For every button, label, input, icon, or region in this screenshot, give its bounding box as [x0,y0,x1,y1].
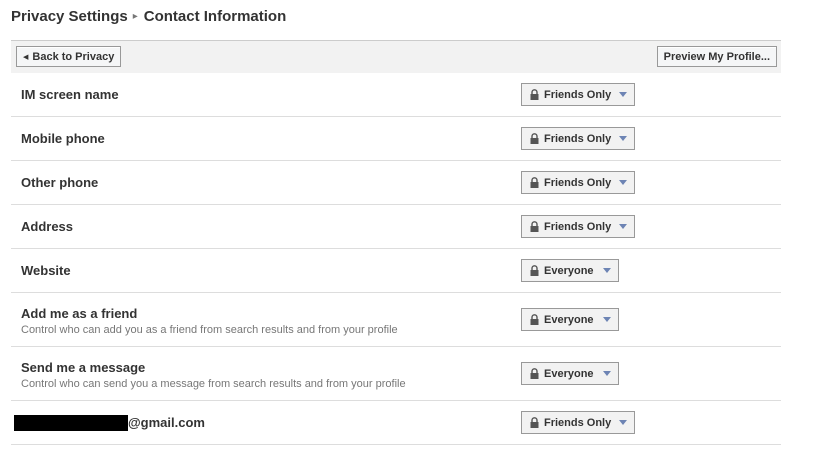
triangle-down-icon [619,92,627,97]
setting-row-address: Address Friends Only [11,205,781,249]
breadcrumb: Privacy Settings ▸ Contact Information [11,6,286,26]
lock-icon [530,133,539,144]
redacted-block [14,414,128,431]
setting-description: Control who can add you as a friend from… [21,324,398,336]
setting-row-im-screen-name: IM screen name Friends Only [11,73,781,117]
setting-row-other-phone: Other phone Friends Only [11,161,781,205]
privacy-dropdown-send-me-a-message[interactable]: Everyone [521,362,619,385]
dropdown-value: Friends Only [544,220,612,233]
privacy-dropdown-website[interactable]: Everyone [521,259,619,282]
triangle-down-icon [603,371,611,376]
lock-icon [530,417,539,428]
setting-row-email: @gmail.com Friends Only [11,401,781,445]
triangle-down-icon [619,224,627,229]
privacy-dropdown-email[interactable]: Friends Only [521,411,635,434]
setting-label: Send me a message [21,360,146,375]
back-arrow-icon: ◀ [23,53,29,61]
dropdown-value: Everyone [544,313,594,326]
lock-icon [530,177,539,188]
dropdown-value: Friends Only [544,416,612,429]
lock-icon [530,221,539,232]
setting-label: Mobile phone [21,131,105,146]
setting-label: Address [21,219,74,234]
toolbar: ◀ Back to Privacy Preview My Profile... [11,40,781,73]
breadcrumb-separator-icon: ▸ [132,10,138,22]
lock-icon [530,314,539,325]
triangle-down-icon [619,180,627,185]
back-button-label: Back to Privacy [32,50,115,63]
triangle-down-icon [619,136,627,141]
lock-icon [530,89,539,100]
setting-label: Website [21,263,71,278]
breadcrumb-privacy-settings[interactable]: Privacy Settings [11,8,128,25]
setting-label: Add me as a friend [21,306,138,321]
dropdown-value: Friends Only [544,132,612,145]
page-title: Contact Information [143,7,287,25]
setting-row-add-me-as-friend: Add me as a friend Control who can add y… [11,293,781,347]
lock-icon [530,265,539,276]
privacy-dropdown-other-phone[interactable]: Friends Only [521,171,635,194]
dropdown-value: Friends Only [544,88,612,101]
preview-button-label: Preview My Profile... [663,50,770,63]
triangle-down-icon [619,420,627,425]
setting-label: IM screen name [21,87,119,102]
dropdown-value: Friends Only [544,176,612,189]
email-domain: @gmail.com [128,415,205,431]
preview-profile-button[interactable]: Preview My Profile... [656,46,777,67]
triangle-down-icon [603,268,611,273]
setting-label-email: @gmail.com [14,414,205,431]
privacy-dropdown-im-screen-name[interactable]: Friends Only [521,83,635,106]
privacy-dropdown-add-me-as-friend[interactable]: Everyone [521,308,619,331]
setting-label: Other phone [21,175,99,190]
dropdown-value: Everyone [544,264,594,277]
privacy-dropdown-address[interactable]: Friends Only [521,215,635,238]
triangle-down-icon [603,317,611,322]
setting-row-website: Website Everyone [11,249,781,293]
setting-row-send-me-a-message: Send me a message Control who can send y… [11,347,781,401]
dropdown-value: Everyone [544,367,594,380]
privacy-dropdown-mobile-phone[interactable]: Friends Only [521,127,635,150]
setting-description: Control who can send you a message from … [21,378,406,390]
back-to-privacy-button[interactable]: ◀ Back to Privacy [16,46,122,67]
lock-icon [530,368,539,379]
setting-row-mobile-phone: Mobile phone Friends Only [11,117,781,161]
